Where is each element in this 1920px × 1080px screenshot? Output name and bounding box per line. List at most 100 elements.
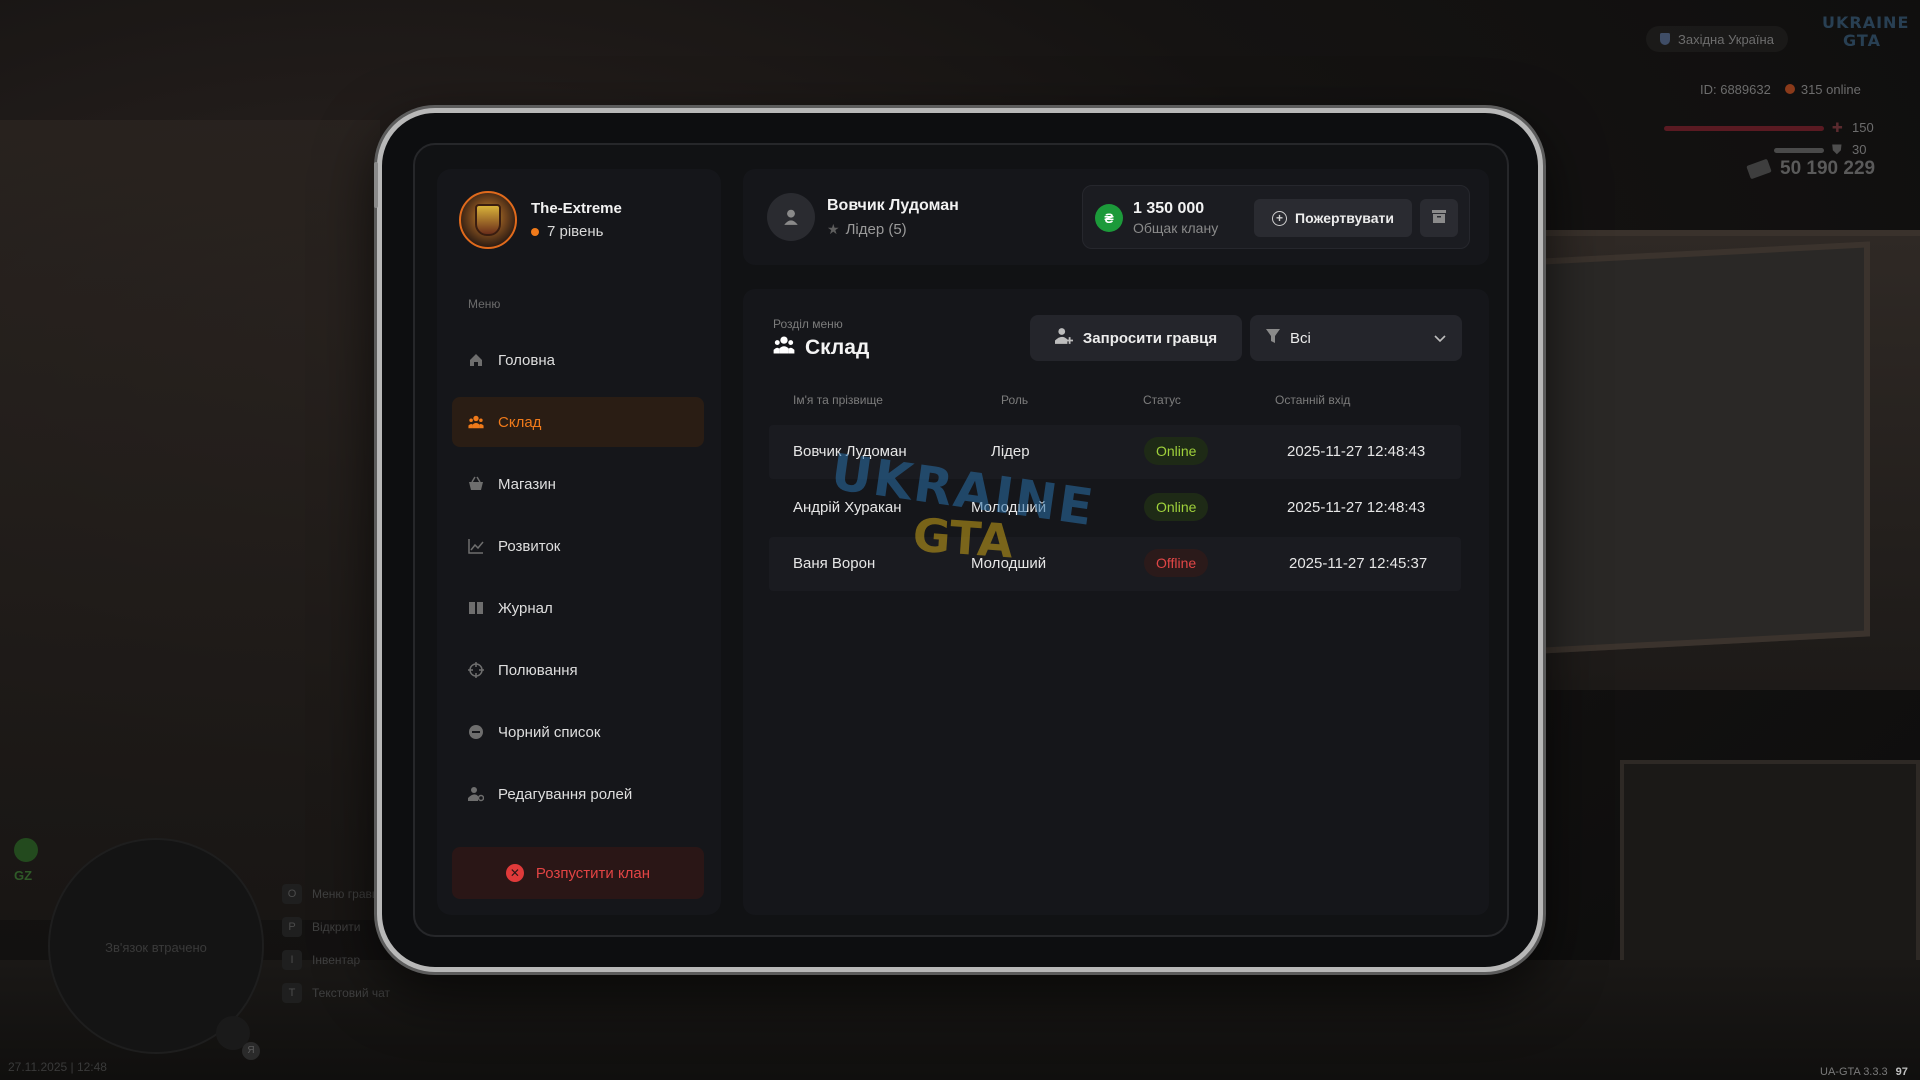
- member-last-login: 2025-11-27 12:45:37: [1289, 555, 1428, 572]
- people-icon: [773, 335, 795, 361]
- bank-label: Общак клану: [1133, 220, 1219, 236]
- close-circle-icon: ✕: [505, 864, 524, 882]
- member-role: Лідер: [991, 443, 1030, 460]
- disband-clan-button[interactable]: ✕ Розпустити клан: [452, 847, 704, 899]
- table-row[interactable]: Андрій Хуракан Молодший Online 2025-11-2…: [769, 481, 1461, 535]
- section-caption: Розділ меню: [773, 317, 843, 331]
- member-name: Андрій Хуракан: [793, 499, 902, 516]
- table-header: Ім'я та прізвище Роль Статус Останній вх…: [793, 393, 1453, 409]
- sidebar-item-home[interactable]: Головна: [452, 335, 704, 385]
- tablet-screen: The-Extreme 7 рівень Меню Головна Склад …: [413, 143, 1509, 937]
- filter-dropdown[interactable]: Всі: [1250, 315, 1462, 361]
- sidebar-item-members[interactable]: Склад: [452, 397, 704, 447]
- chart-icon: [468, 538, 484, 554]
- key-hints: O Меню гравця P Відкрити I Інвентар T Тексто…: [282, 884, 390, 1003]
- user-header: Вовчик Лудоман ★ Лідер (5) ₴ 1 350 000 О…: [743, 169, 1489, 265]
- gang-zone-icon: [14, 838, 38, 862]
- star-icon: ★: [827, 221, 840, 237]
- key-hint: O Меню гравця: [282, 884, 390, 904]
- sidebar-item-hunting[interactable]: Полювання: [452, 645, 704, 695]
- player-id: ID: 6889632: [1700, 82, 1771, 97]
- user-name: Вовчик Лудоман: [827, 197, 959, 214]
- page-title: Склад: [773, 335, 869, 361]
- key-hint: P Відкрити: [282, 917, 390, 937]
- member-last-login: 2025-11-27 12:48:43: [1287, 499, 1426, 516]
- server-name: Західна Україна: [1678, 31, 1774, 47]
- sidebar-item-journal[interactable]: Журнал: [452, 583, 704, 633]
- fps-counter: 97: [1895, 1066, 1908, 1078]
- clan-name: The-Extreme: [531, 200, 622, 217]
- member-name: Вовчик Лудоман: [793, 443, 907, 460]
- clan-level: 7 рівень: [531, 223, 622, 240]
- clan-info: The-Extreme 7 рівень: [459, 191, 622, 249]
- bank-amount: 1 350 000: [1133, 200, 1205, 217]
- game-logo: UKRAINE GTA: [1822, 13, 1910, 50]
- menu-caption: Меню: [468, 297, 501, 311]
- player-info: ID: 6889632 315 online: [1700, 82, 1861, 97]
- scene-wall: [0, 120, 380, 920]
- filter-icon: [1266, 328, 1280, 348]
- column-header: Роль: [1001, 393, 1029, 407]
- archive-icon: [1432, 209, 1446, 228]
- status-badge: Online: [1144, 493, 1209, 521]
- clan-bank: ₴ 1 350 000 Общак клану + Пожертвувати: [1082, 185, 1470, 249]
- member-name: Ваня Ворон: [793, 555, 876, 572]
- table-row[interactable]: Ваня Ворон Молодший Offline 2025-11-27 1…: [769, 537, 1461, 591]
- members-panel: Розділ меню Склад Запросити гравця Всі І…: [743, 289, 1489, 915]
- book-icon: [468, 600, 484, 616]
- online-dot-icon: [1784, 84, 1795, 94]
- minus-circle-icon: [468, 724, 484, 740]
- people-icon: [468, 414, 484, 430]
- member-role: Молодший: [971, 499, 1047, 516]
- minimap-status: Зв'язок втрачено: [105, 940, 207, 955]
- plus-circle-icon: +: [1272, 210, 1288, 226]
- key-hint: I Інвентар: [282, 950, 390, 970]
- health-value: 150: [1852, 120, 1874, 135]
- invite-player-button[interactable]: Запросити гравця: [1030, 315, 1242, 361]
- armor-value: 30: [1852, 142, 1867, 157]
- cash-icon: [1746, 158, 1772, 180]
- user-gear-icon: [468, 786, 484, 802]
- status-badge: Online: [1144, 437, 1209, 465]
- sidebar-item-development[interactable]: Розвиток: [452, 521, 704, 571]
- member-role: Молодший: [971, 555, 1047, 572]
- basket-icon: [468, 476, 484, 492]
- armor-icon: ⛊: [1832, 142, 1842, 157]
- table-row[interactable]: Вовчик Лудоман Лідер Online 2025-11-27 1…: [769, 425, 1461, 479]
- column-header: Ім'я та прізвище: [793, 393, 883, 407]
- sidebar-item-shop[interactable]: Магазин: [452, 459, 704, 509]
- mic-key-badge: Я: [242, 1042, 260, 1060]
- user-avatar-icon: [767, 193, 815, 241]
- key-hint: T Текстовий чат: [282, 983, 390, 1003]
- gang-zone-label: GZ: [14, 868, 33, 883]
- sidebar-item-edit-roles[interactable]: Редагування ролей: [452, 769, 704, 819]
- health-icon: ✚: [1832, 120, 1843, 135]
- status-badge: Offline: [1144, 549, 1209, 577]
- user-role: ★ Лідер (5): [827, 221, 907, 238]
- scene-board: [1540, 241, 1870, 654]
- column-header: Статус: [1143, 393, 1181, 407]
- sidebar: The-Extreme 7 рівень Меню Головна Склад …: [437, 169, 721, 915]
- money-display: 50 190 229: [1746, 158, 1876, 180]
- add-user-icon: [1054, 327, 1073, 349]
- datetime: 27.11.2025 | 12:48: [8, 1060, 107, 1074]
- filter-value: Всі: [1290, 329, 1311, 347]
- health-bar: [1664, 126, 1824, 131]
- crosshair-icon: [468, 662, 484, 678]
- money-value: 50 190 229: [1780, 158, 1876, 179]
- column-header: Останній вхід: [1275, 393, 1351, 407]
- server-badge: Західна Україна: [1646, 26, 1788, 52]
- chevron-down-icon: [1434, 330, 1446, 347]
- archive-button[interactable]: [1420, 199, 1458, 237]
- tablet-side-button: [374, 162, 378, 208]
- donate-button[interactable]: + Пожертвувати: [1254, 199, 1412, 237]
- clan-avatar: [459, 191, 517, 249]
- level-dot-icon: [531, 227, 539, 236]
- member-last-login: 2025-11-27 12:48:43: [1287, 443, 1426, 460]
- sidebar-menu: Головна Склад Магазин Розвиток Журнал По…: [452, 335, 704, 831]
- clan-emblem-icon: [475, 204, 501, 236]
- armor-bar: [1774, 148, 1824, 153]
- sidebar-item-blacklist[interactable]: Чорний список: [452, 707, 704, 757]
- shield-icon: [1660, 33, 1670, 45]
- online-count: 315 online: [1784, 82, 1861, 97]
